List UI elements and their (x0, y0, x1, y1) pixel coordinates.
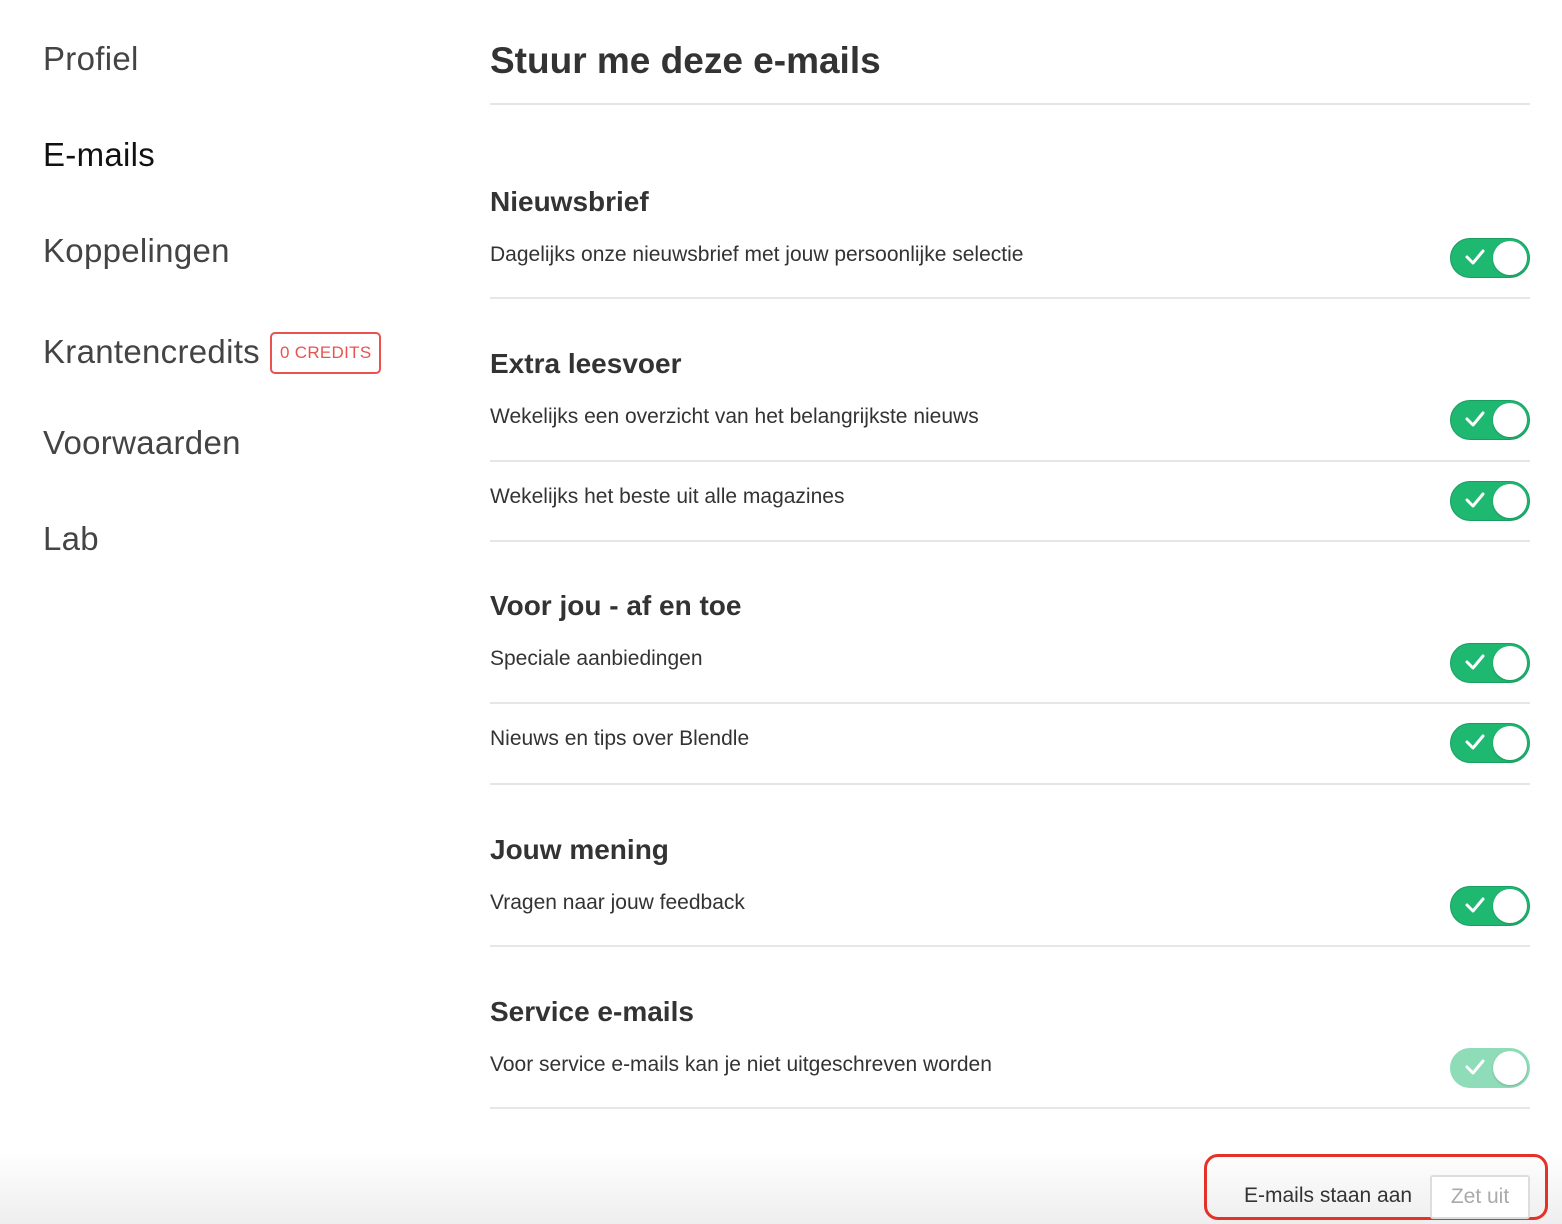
check-icon (1465, 411, 1485, 427)
toggle-knob (1493, 726, 1527, 760)
title-divider (490, 103, 1530, 105)
section-title-service-emails: Service e-mails (490, 996, 694, 1027)
check-icon (1465, 1059, 1485, 1075)
sidebar-item-lab[interactable]: Lab (43, 520, 99, 558)
toggle-knob (1493, 889, 1527, 923)
check-icon (1465, 654, 1485, 670)
setting-label: Wekelijks een overzicht van het belangri… (490, 405, 979, 428)
setting-label: Voor service e-mails kan je niet uitgesc… (490, 1053, 992, 1076)
setting-label: Vragen naar jouw feedback (490, 891, 745, 914)
check-icon (1465, 492, 1485, 508)
credits-badge: 0 CREDITS (269, 332, 382, 374)
toggle-wekelijks-magazines[interactable] (1450, 481, 1530, 521)
section-divider (490, 540, 1530, 542)
turn-off-button[interactable]: Zet uit (1430, 1175, 1530, 1219)
toggle-knob (1493, 1051, 1527, 1085)
toggle-nieuws-tips-blendle[interactable] (1450, 723, 1530, 763)
settings-page: Profiel E-mails Koppelingen Krantencredi… (0, 0, 1562, 1224)
section-divider (490, 1107, 1530, 1109)
setting-label: Nieuws en tips over Blendle (490, 727, 750, 750)
setting-label: Wekelijks het beste uit alle magazines (490, 485, 845, 508)
sidebar-item-label: Profiel (43, 40, 139, 77)
setting-label: Speciale aanbiedingen (490, 647, 703, 670)
sidebar-item-label: Krantencredits (43, 333, 260, 370)
sidebar-item-label: Voorwaarden (43, 424, 241, 461)
sidebar-item-voorwaarden[interactable]: Voorwaarden (43, 424, 241, 462)
toggle-knob (1493, 484, 1527, 518)
check-icon (1465, 897, 1485, 913)
row-divider (490, 702, 1530, 704)
section-divider (490, 297, 1530, 299)
toggle-knob (1493, 403, 1527, 437)
section-title-extra-leesvoer: Extra leesvoer (490, 348, 682, 379)
sidebar-item-label: E-mails (43, 136, 156, 173)
section-divider (490, 945, 1530, 947)
row-divider (490, 460, 1530, 462)
check-icon (1465, 249, 1485, 265)
toggle-wekelijks-overzicht[interactable] (1450, 400, 1530, 440)
toggle-speciale-aanbiedingen[interactable] (1450, 643, 1530, 683)
toggle-knob (1493, 241, 1527, 275)
sidebar-item-emails[interactable]: E-mails (43, 136, 155, 174)
section-title-nieuwsbrief: Nieuwsbrief (490, 186, 649, 217)
email-status-text: E-mails staan aan (1244, 1184, 1413, 1207)
sidebar-item-koppelingen[interactable]: Koppelingen (43, 232, 230, 270)
toggle-knob (1493, 646, 1527, 680)
sidebar-item-krantencredits[interactable]: Krantencredits 0 CREDITS (43, 332, 382, 374)
sidebar-item-label: Koppelingen (43, 232, 230, 269)
toggle-service-emails (1450, 1048, 1530, 1088)
toggle-nieuwsbrief-dagelijks[interactable] (1450, 238, 1530, 278)
sidebar-item-profiel[interactable]: Profiel (43, 40, 139, 78)
toggle-feedback[interactable] (1450, 886, 1530, 926)
sidebar-item-label: Lab (43, 520, 99, 557)
section-divider (490, 783, 1530, 785)
check-icon (1465, 734, 1485, 750)
section-title-jouw-mening: Jouw mening (490, 834, 669, 865)
page-title: Stuur me deze e-mails (490, 40, 881, 81)
setting-label: Dagelijks onze nieuwsbrief met jouw pers… (490, 243, 1024, 266)
section-title-voor-jou: Voor jou - af en toe (490, 590, 742, 621)
